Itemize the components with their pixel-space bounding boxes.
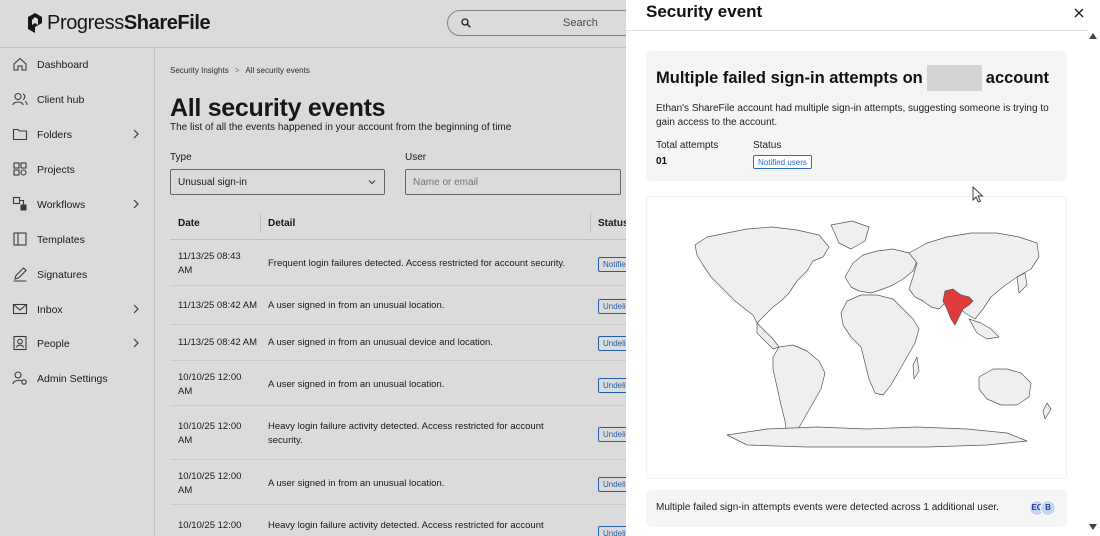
modal-backdrop[interactable] — [0, 0, 626, 536]
panel-scrollbar[interactable] — [1086, 30, 1100, 536]
scroll-down-arrow-icon[interactable] — [1089, 524, 1097, 530]
world-map — [694, 220, 1052, 448]
map-region-australia — [978, 368, 1032, 406]
close-icon[interactable] — [1072, 6, 1086, 20]
status-badge: Notified users — [753, 155, 812, 169]
panel-divider — [626, 30, 1088, 31]
redacted-username — [926, 65, 982, 91]
security-event-panel: Security event Multiple failed sign-in a… — [626, 0, 1100, 536]
event-title: Multiple failed sign-in attempts on acco… — [656, 65, 1049, 91]
map-region-africa — [840, 294, 920, 396]
map-region-new-zealand — [1042, 402, 1052, 420]
event-summary-card: Multiple failed sign-in attempts on acco… — [646, 51, 1067, 181]
world-map-card — [646, 196, 1067, 479]
map-region-antarctica — [726, 426, 1028, 448]
mouse-cursor-icon — [972, 186, 984, 203]
map-region-north-america — [694, 226, 830, 324]
total-attempts-label: Total attempts — [656, 140, 719, 151]
total-attempts-value: 01 — [656, 156, 668, 167]
scroll-up-arrow-icon[interactable] — [1089, 33, 1097, 39]
avatar[interactable]: B — [1040, 500, 1056, 516]
event-description: Ethan's ShareFile account had multiple s… — [656, 103, 1049, 128]
status-label: Status — [753, 140, 782, 151]
map-region-southeast-asia — [968, 318, 1000, 340]
additional-users-footer: Multiple failed sign-in attempts events … — [646, 490, 1067, 527]
map-region-greenland — [830, 220, 870, 250]
panel-title: Security event — [646, 2, 763, 21]
map-region-central-america — [756, 322, 780, 350]
additional-users-text: Multiple failed sign-in attempts events … — [656, 502, 999, 513]
map-region-europe — [844, 248, 918, 294]
map-region-madagascar — [912, 356, 920, 380]
map-region-japan — [1016, 272, 1028, 294]
